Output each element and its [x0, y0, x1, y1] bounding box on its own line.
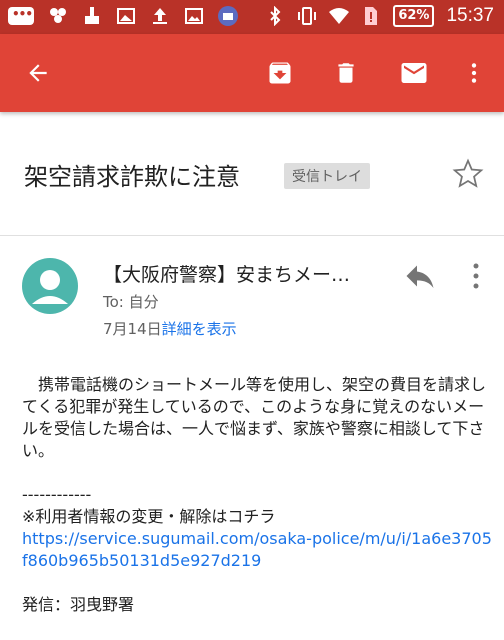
image-card-icon	[117, 8, 135, 24]
unsubscribe-link[interactable]: https://service.sugumail.com/osaka-polic…	[22, 528, 492, 572]
separator-line: ------------	[22, 485, 92, 504]
delete-button[interactable]	[326, 53, 366, 93]
status-bar: 62% 15:37	[0, 0, 504, 34]
upload-icon	[153, 8, 167, 24]
back-arrow-icon	[29, 64, 47, 82]
clock: 15:37	[446, 5, 494, 26]
archive-icon	[269, 62, 291, 84]
recipient-line: To: 自分	[103, 293, 159, 311]
overflow-menu-button[interactable]	[454, 53, 494, 93]
chat-bubble-icon	[8, 7, 34, 25]
back-button[interactable]	[18, 53, 58, 93]
sim-alert-icon	[365, 7, 378, 25]
unsubscribe-text: ※利用者情報の変更・解除はコチラ	[22, 507, 276, 526]
broom-icon	[85, 7, 99, 24]
sender-header: 【大阪府警察】安まちメー… To: 自分 7月14日詳細を表示	[0, 236, 504, 346]
subject-header: 架空請求詐欺に注意 受信トレイ	[0, 112, 504, 236]
inbox-label-chip[interactable]: 受信トレイ	[284, 163, 370, 189]
bluetooth-icon	[270, 6, 281, 26]
app-bar	[0, 34, 504, 112]
archive-button[interactable]	[260, 53, 300, 93]
show-details-link[interactable]: 詳細を表示	[162, 320, 237, 338]
more-vert-icon	[471, 63, 477, 83]
trash-icon	[338, 63, 354, 83]
battery-indicator: 62%	[393, 5, 435, 27]
email-date: 7月14日	[103, 320, 162, 338]
mark-unread-button[interactable]	[394, 53, 434, 93]
camera-badge-icon	[218, 6, 238, 26]
star-icon[interactable]	[452, 158, 484, 190]
mail-icon	[401, 63, 427, 83]
email-body: 携帯電話機のショートメール等を使用し、架空の費目を請求してくる犯罪が発生している…	[22, 374, 492, 616]
email-subject: 架空請求詐欺に注意	[24, 163, 240, 191]
hexagon-icon	[50, 8, 66, 23]
avatar[interactable]	[22, 258, 78, 314]
wifi-icon	[329, 8, 350, 24]
vibrate-icon	[298, 7, 317, 25]
sender-footer: 発信：羽曳野署	[22, 595, 135, 614]
body-paragraph: 携帯電話機のショートメール等を使用し、架空の費目を請求してくる犯罪が発生している…	[22, 375, 487, 460]
reply-icon[interactable]	[402, 258, 438, 294]
person-icon	[32, 270, 68, 304]
gallery-icon	[185, 8, 203, 24]
sender-name: 【大阪府警察】安まちメー…	[103, 264, 351, 286]
message-more-vert-icon[interactable]	[464, 258, 488, 294]
date-line: 7月14日詳細を表示	[103, 318, 237, 339]
